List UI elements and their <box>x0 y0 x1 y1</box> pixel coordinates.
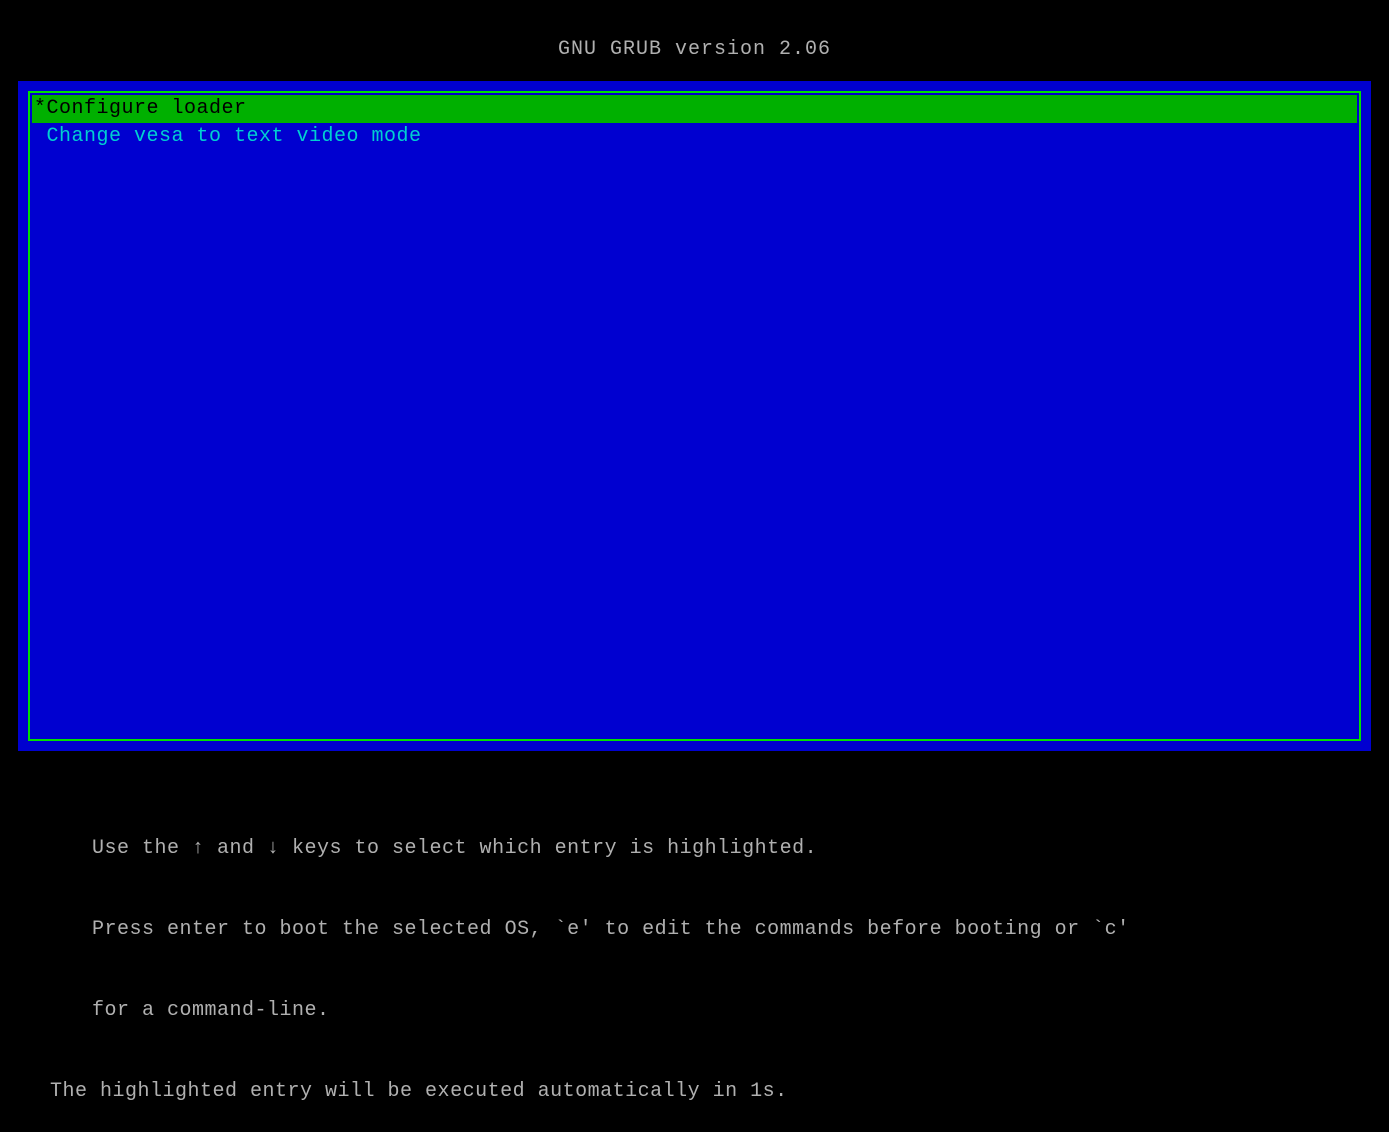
footer-line-keys-cont: for a command-line. <box>50 997 1339 1024</box>
menu-box: *Configure loader Change vesa to text vi… <box>28 91 1361 741</box>
menu-item-change-vesa[interactable]: Change vesa to text video mode <box>32 123 1357 151</box>
footer-line-countdown: The highlighted entry will be executed a… <box>50 1078 1339 1105</box>
grub-title: GNU GRUB version 2.06 <box>0 0 1389 81</box>
menu-container: *Configure loader Change vesa to text vi… <box>18 81 1371 751</box>
footer-help: Use the ↑ and ↓ keys to select which ent… <box>0 751 1389 1132</box>
menu-item-configure-loader[interactable]: *Configure loader <box>32 95 1357 123</box>
footer-line-keys: Press enter to boot the selected OS, `e'… <box>50 916 1339 943</box>
footer-line-navigation: Use the ↑ and ↓ keys to select which ent… <box>50 835 1339 862</box>
